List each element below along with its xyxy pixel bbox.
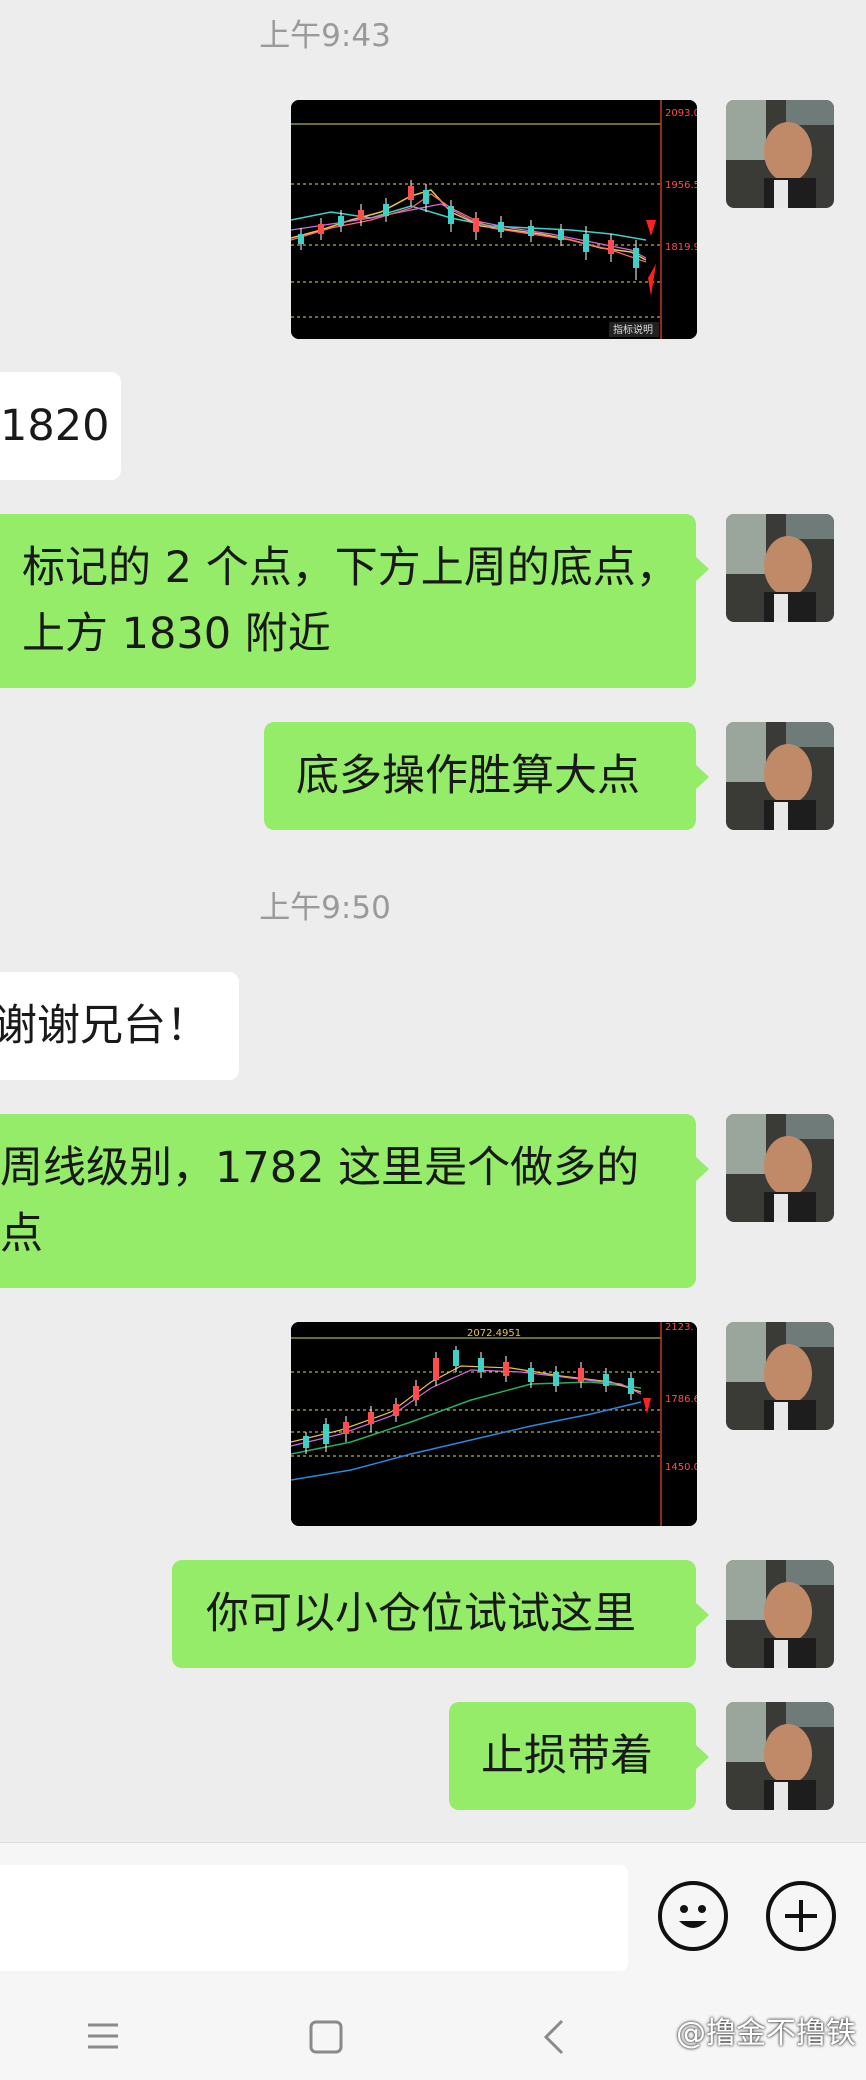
sent-message[interactable]: 周线级别，1782 这里是个做多的 点 xyxy=(0,1114,709,1288)
peak-label: 2072.4951 xyxy=(467,1328,521,1339)
chart-image-message[interactable]: 2093.0 1956.5 1819.9 指标说明 xyxy=(291,100,697,339)
sent-message[interactable]: 你可以小仓位试试这里 xyxy=(172,1560,709,1668)
back-icon[interactable] xyxy=(540,2017,566,2057)
price-label: 1450.0 xyxy=(665,1462,697,1473)
message-text-line: 标记的 2 个点，下方上周的底点， xyxy=(22,543,679,593)
sent-message[interactable]: 底多操作胜算大点 xyxy=(264,722,709,830)
menu-icon[interactable] xyxy=(86,2021,120,2051)
price-label: 2123. xyxy=(665,1322,694,1333)
message-input[interactable] xyxy=(0,1865,628,1971)
received-message[interactable]: 谢谢兄台！ xyxy=(0,972,239,1080)
avatar[interactable] xyxy=(726,1322,834,1430)
message-text: 止损带着 xyxy=(481,1731,653,1781)
plus-button[interactable] xyxy=(766,1881,836,1951)
candlestick-chart: 2093.0 1956.5 1819.9 指标说明 xyxy=(291,100,697,339)
watermark: @撸金不撸铁 xyxy=(676,2016,856,2051)
message-text: 底多操作胜算大点 xyxy=(296,751,640,801)
sent-message[interactable]: 止损带着 xyxy=(449,1702,709,1810)
plus-icon xyxy=(785,1900,817,1932)
avatar[interactable] xyxy=(726,722,834,830)
avatar[interactable] xyxy=(726,1114,834,1222)
timestamp: 上午9:50 xyxy=(259,890,391,926)
timestamp: 上午9:43 xyxy=(259,18,391,54)
emoji-button[interactable] xyxy=(658,1881,728,1951)
message-text-line: 点 xyxy=(0,1209,43,1259)
sent-message[interactable]: 标记的 2 个点，下方上周的底点， 上方 1830 附近 xyxy=(0,514,709,688)
message-text: 1820 xyxy=(0,401,110,451)
chart-footer-label: 指标说明 xyxy=(613,323,653,336)
price-label: 1786.6 xyxy=(665,1394,697,1405)
message-text: 你可以小仓位试试这里 xyxy=(206,1589,636,1639)
chart-image-message[interactable]: 2072.4951 2123. 1786.6 1450.0 xyxy=(291,1322,697,1526)
candlestick-chart: 2072.4951 2123. 1786.6 1450.0 xyxy=(291,1322,697,1526)
avatar[interactable] xyxy=(726,1702,834,1810)
home-icon[interactable] xyxy=(308,2019,344,2055)
avatar[interactable] xyxy=(726,100,834,208)
price-label: 2093.0 xyxy=(665,108,697,119)
message-text-line: 上方 1830 附近 xyxy=(22,609,331,659)
avatar[interactable] xyxy=(726,1560,834,1668)
avatar[interactable] xyxy=(726,514,834,622)
avatar-photo xyxy=(726,100,834,208)
price-label: 1819.9 xyxy=(665,242,697,253)
emoji-icon xyxy=(679,1905,707,1928)
input-bar xyxy=(0,1842,866,1993)
received-message[interactable]: 1820 xyxy=(0,372,121,480)
message-text: 谢谢兄台！ xyxy=(0,1001,209,1051)
message-text-line: 周线级别，1782 这里是个做多的 xyxy=(0,1143,640,1193)
price-label: 1956.5 xyxy=(665,180,697,191)
